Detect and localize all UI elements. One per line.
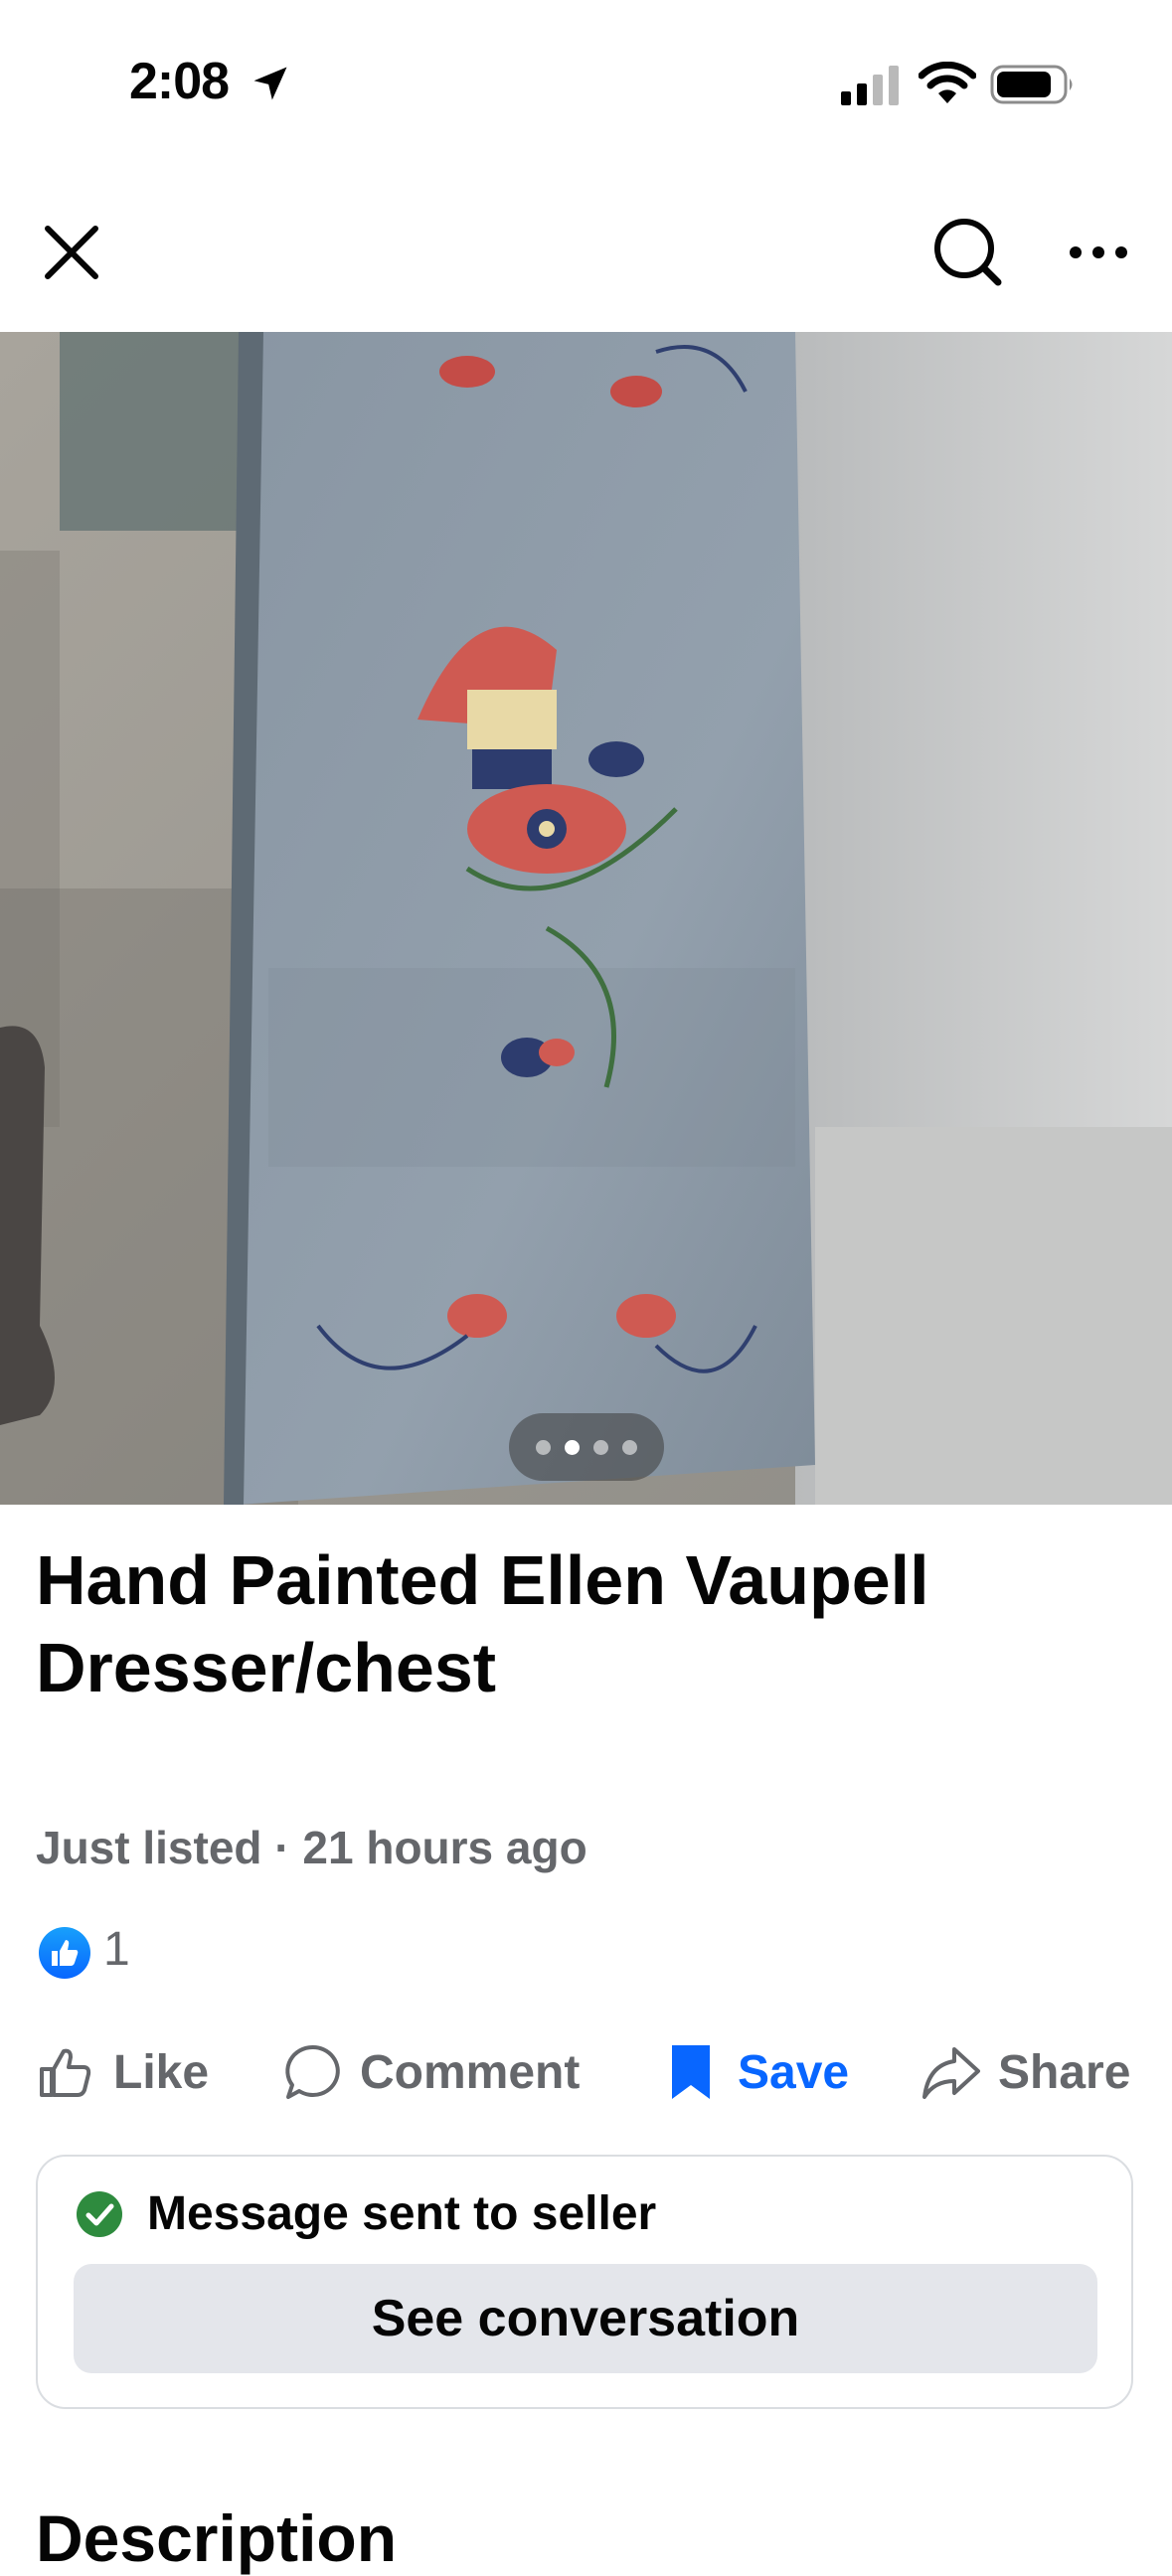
comment-icon xyxy=(285,2044,340,2099)
see-conversation-button[interactable]: See conversation xyxy=(74,2264,1097,2373)
listing-photo[interactable] xyxy=(0,332,1172,1505)
check-circle-icon xyxy=(77,2191,122,2237)
search-button[interactable] xyxy=(928,213,1008,292)
listing-meta: Just listed · 21 hours ago xyxy=(36,1821,587,1874)
cellular-signal-icon xyxy=(841,66,899,105)
location-arrow-icon xyxy=(253,67,287,100)
comment-button[interactable]: Comment xyxy=(282,2037,580,2107)
photo-pager[interactable] xyxy=(509,1413,664,1481)
pager-dot-active[interactable] xyxy=(565,1439,580,1455)
like-count[interactable]: 1 xyxy=(103,1922,130,1977)
share-label: Share xyxy=(998,2045,1131,2099)
meta-separator: · xyxy=(274,1822,290,1873)
like-button[interactable]: Like xyxy=(36,2037,209,2107)
listed-time: 21 hours ago xyxy=(302,1822,587,1873)
like-label: Like xyxy=(113,2045,210,2099)
message-sent-text: Message sent to seller xyxy=(147,2187,657,2240)
like-reaction-icon[interactable] xyxy=(38,1926,91,1980)
more-options-button[interactable] xyxy=(1064,221,1133,284)
listing-title: Hand Painted Ellen Vaupell Dresser/chest xyxy=(36,1541,929,1706)
comment-label: Comment xyxy=(360,2045,581,2099)
pager-dot[interactable] xyxy=(536,1439,551,1455)
close-button[interactable] xyxy=(36,217,107,288)
wifi-icon xyxy=(919,62,976,103)
description-heading: Description xyxy=(36,2501,398,2575)
save-button[interactable]: Save xyxy=(660,2037,849,2107)
thumbs-up-icon xyxy=(40,2048,91,2097)
save-label: Save xyxy=(738,2045,850,2099)
listed-label: Just listed xyxy=(36,1822,262,1873)
bookmark-icon xyxy=(672,2045,710,2099)
status-time: 2:08 xyxy=(129,53,230,110)
listing-photo-image xyxy=(0,332,1172,1505)
share-button[interactable]: Share xyxy=(921,2037,1130,2107)
pager-dot[interactable] xyxy=(622,1439,637,1455)
pager-dot[interactable] xyxy=(593,1439,608,1455)
battery-icon xyxy=(990,65,1073,104)
share-icon xyxy=(922,2047,980,2099)
